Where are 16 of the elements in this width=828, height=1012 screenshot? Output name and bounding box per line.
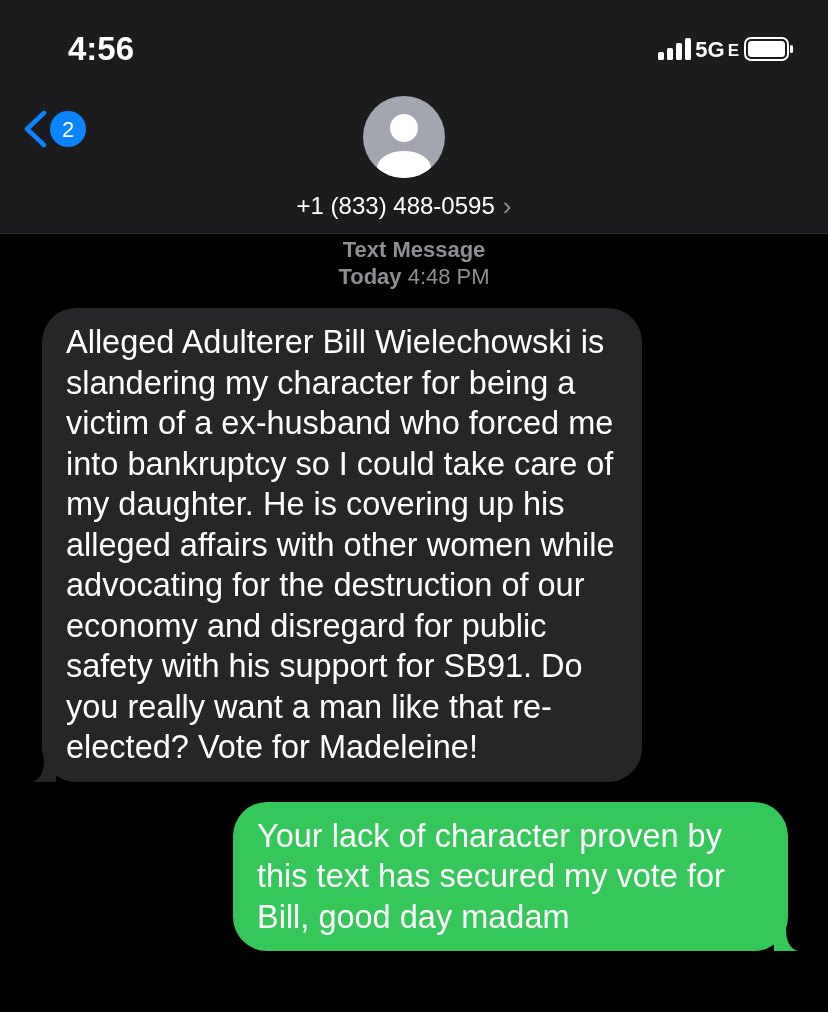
- signal-icon: [658, 38, 693, 60]
- unread-badge: 2: [50, 111, 86, 147]
- bubble-tail-icon: [32, 759, 56, 782]
- network-sub-label: E: [727, 39, 739, 62]
- network-label: 5G: [695, 35, 725, 64]
- status-time: 4:56: [68, 29, 135, 70]
- avatar-icon: [363, 96, 445, 178]
- battery-icon: [744, 37, 794, 61]
- back-button[interactable]: 2: [22, 110, 86, 148]
- service-label: Text Message: [342, 236, 486, 263]
- bubble-tail-icon: [774, 929, 798, 951]
- message-timestamp: Today 4:48 PM: [338, 263, 490, 290]
- contact-button[interactable]: +1 (833) 488-0595 ›: [296, 188, 512, 224]
- message-bubble: Alleged Adulterer Bill Wielechowski is slandering my character for being a victim of a ex-husband who forced me into bankruptcy so I could take care of my daughter. He is covering up his alleged affairs with other women while advocating for the destruction of our economy and disregard for public safety with his support for SB91. Do you really want a man like that re-elected? Vote for Madeleine!: [42, 308, 642, 782]
- message-bubble: Your lack of character proven by this text has secured my vote for Bill, good day madam: [233, 801, 788, 951]
- back-chevron-icon: [22, 110, 48, 148]
